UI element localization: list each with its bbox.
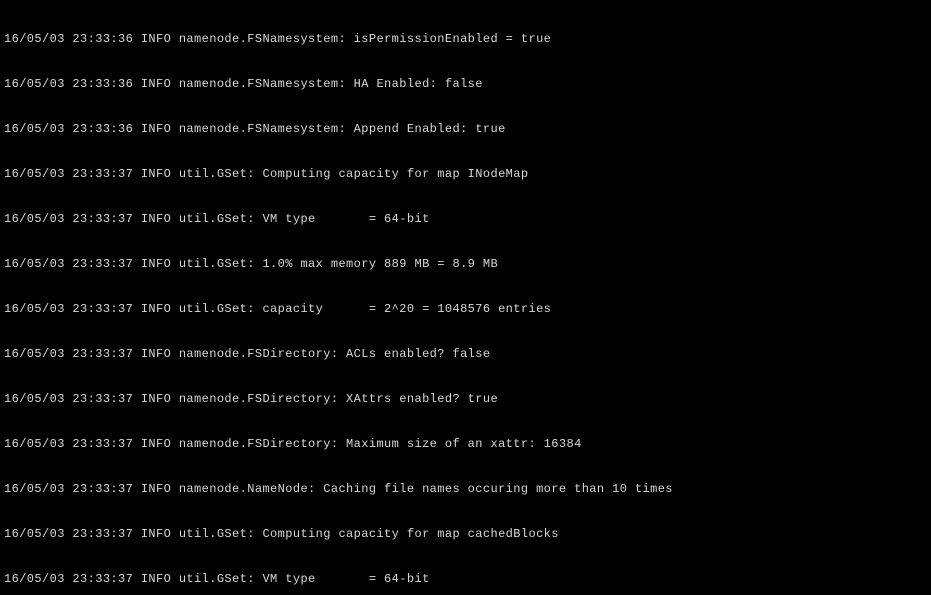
log-line: 16/05/03 23:33:36 INFO namenode.FSNamesy… [4, 122, 927, 137]
log-line: 16/05/03 23:33:37 INFO namenode.FSDirect… [4, 392, 927, 407]
log-line: 16/05/03 23:33:37 INFO namenode.FSDirect… [4, 437, 927, 452]
log-line: 16/05/03 23:33:37 INFO util.GSet: 1.0% m… [4, 257, 927, 272]
log-line: 16/05/03 23:33:37 INFO util.GSet: VM typ… [4, 572, 927, 587]
log-line: 16/05/03 23:33:37 INFO namenode.FSDirect… [4, 347, 927, 362]
log-line: 16/05/03 23:33:37 INFO util.GSet: Comput… [4, 527, 927, 542]
log-line: 16/05/03 23:33:37 INFO util.GSet: Comput… [4, 167, 927, 182]
log-line: 16/05/03 23:33:37 INFO util.GSet: VM typ… [4, 212, 927, 227]
log-line: 16/05/03 23:33:36 INFO namenode.FSNamesy… [4, 32, 927, 47]
log-line: 16/05/03 23:33:37 INFO util.GSet: capaci… [4, 302, 927, 317]
terminal-output[interactable]: 16/05/03 23:33:36 INFO namenode.FSNamesy… [0, 0, 931, 595]
log-line: 16/05/03 23:33:37 INFO namenode.NameNode… [4, 482, 927, 497]
log-line: 16/05/03 23:33:36 INFO namenode.FSNamesy… [4, 77, 927, 92]
